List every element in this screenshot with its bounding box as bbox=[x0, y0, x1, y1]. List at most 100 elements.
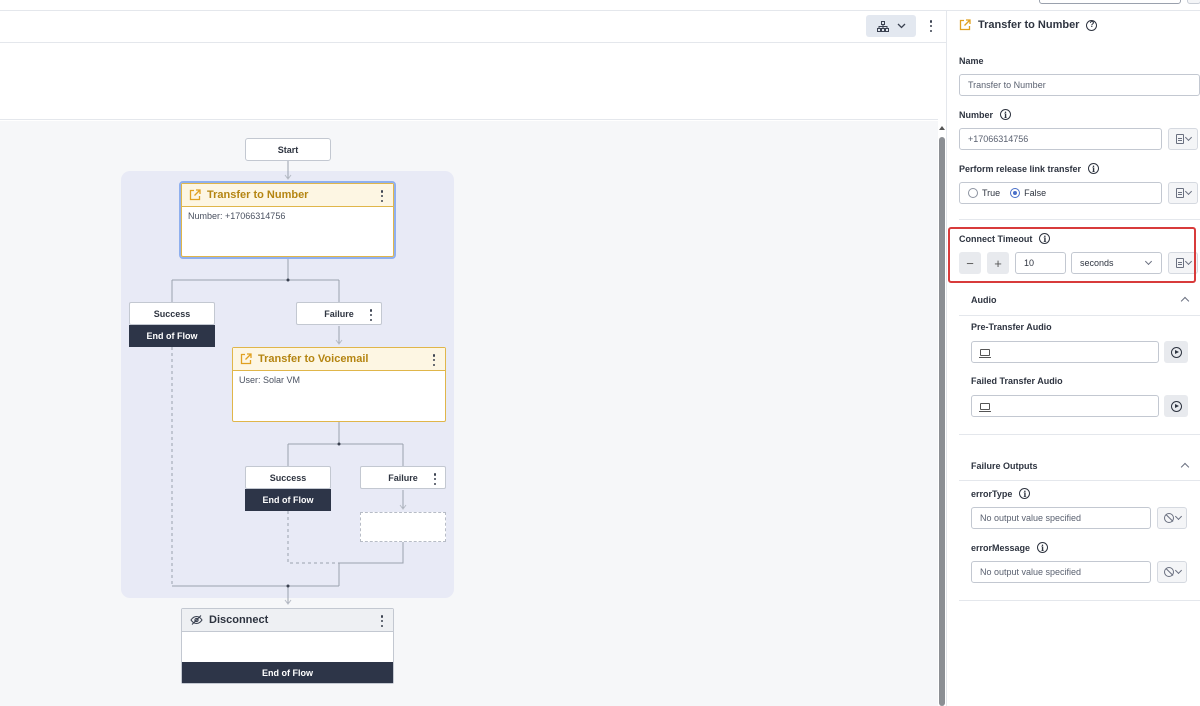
divider bbox=[959, 219, 1200, 220]
pre-transfer-audio-label: Pre-Transfer Audio bbox=[971, 322, 1052, 332]
info-icon[interactable]: i bbox=[1088, 163, 1100, 174]
end-of-flow-2[interactable]: End of Flow bbox=[245, 489, 331, 511]
failed-transfer-audio-input[interactable] bbox=[971, 395, 1159, 417]
audio-section-title: Audio bbox=[971, 295, 997, 305]
release-label-text: Perform release link transfer bbox=[959, 163, 1082, 174]
scrollbar-thumb[interactable] bbox=[939, 137, 945, 706]
top-search-box[interactable] bbox=[1039, 0, 1181, 4]
name-input[interactable]: Transfer to Number bbox=[959, 74, 1200, 96]
branch-more-icon[interactable] bbox=[430, 472, 440, 486]
disconnect-title: Disconnect bbox=[209, 614, 269, 626]
transfer-to-number-node[interactable]: Transfer to Number Number: +17066314756 bbox=[181, 183, 394, 257]
name-value: Transfer to Number bbox=[968, 80, 1046, 90]
node-more-icon[interactable] bbox=[377, 614, 387, 628]
branch-more-icon[interactable] bbox=[366, 308, 376, 322]
info-icon[interactable]: i bbox=[1037, 542, 1049, 553]
play-icon bbox=[1170, 400, 1182, 412]
canvas-more-icon[interactable] bbox=[926, 19, 936, 33]
panel-title: Transfer to Number bbox=[978, 19, 1080, 31]
scroll-up-arrow-icon[interactable] bbox=[939, 126, 945, 130]
hierarchy-icon bbox=[876, 20, 889, 32]
failure-label: Failure bbox=[324, 308, 354, 319]
laptop-icon bbox=[979, 402, 991, 412]
disconnect-node[interactable]: Disconnect End of Flow bbox=[181, 608, 394, 684]
document-icon bbox=[1175, 134, 1184, 144]
no-value-icon bbox=[1163, 513, 1174, 523]
error-type-label-text: errorType bbox=[971, 488, 1013, 499]
failure-label: Failure bbox=[388, 472, 418, 483]
layout-view-button[interactable] bbox=[866, 15, 916, 37]
pre-transfer-audio-input[interactable] bbox=[971, 341, 1159, 363]
error-type-expression-dropdown[interactable] bbox=[1157, 507, 1187, 529]
properties-panel: Transfer to Number ? Name Transfer to Nu… bbox=[947, 11, 1200, 706]
external-link-icon bbox=[189, 189, 201, 201]
branch-failure-1[interactable]: Failure bbox=[296, 302, 382, 325]
error-type-input[interactable]: No output value specified bbox=[971, 507, 1151, 529]
transfer-to-voicemail-detail: User: Solar VM bbox=[239, 375, 301, 385]
external-link-icon bbox=[240, 353, 252, 365]
divider bbox=[959, 480, 1200, 481]
transfer-to-voicemail-title: Transfer to Voicemail bbox=[258, 353, 369, 365]
play-icon bbox=[1170, 346, 1182, 358]
radio-false-label[interactable]: False bbox=[1024, 188, 1046, 198]
radio-true-label[interactable]: True bbox=[982, 188, 1000, 198]
laptop-icon bbox=[979, 348, 991, 358]
name-label-text: Name bbox=[959, 56, 984, 66]
number-input[interactable]: +17066314756 bbox=[959, 128, 1162, 150]
success-label: Success bbox=[269, 472, 307, 483]
branch-success-1[interactable]: Success bbox=[129, 302, 215, 325]
radio-true[interactable] bbox=[968, 188, 978, 198]
branch-success-2[interactable]: Success bbox=[245, 466, 331, 489]
error-message-label-text: errorMessage bbox=[971, 542, 1031, 553]
number-label: Number i bbox=[959, 109, 1012, 120]
node-more-icon[interactable] bbox=[377, 189, 387, 203]
end-of-flow-label: End of Flow bbox=[262, 495, 314, 505]
transfer-to-number-detail: Number: +17066314756 bbox=[188, 211, 286, 221]
help-icon[interactable]: ? bbox=[1086, 19, 1098, 31]
success-label: Success bbox=[153, 308, 191, 319]
node-more-icon[interactable] bbox=[429, 353, 439, 367]
panel-header: Transfer to Number ? bbox=[959, 19, 1098, 31]
chevron-up-icon[interactable] bbox=[1180, 462, 1190, 472]
canvas-toolbar bbox=[0, 11, 946, 43]
top-button[interactable] bbox=[1187, 0, 1200, 4]
chevron-down-icon bbox=[1174, 512, 1182, 521]
branch-failure-2[interactable]: Failure bbox=[360, 466, 446, 489]
divider bbox=[959, 434, 1200, 435]
failure-outputs-title: Failure Outputs bbox=[971, 461, 1038, 471]
error-message-placeholder: No output value specified bbox=[980, 567, 1082, 577]
release-expression-dropdown[interactable] bbox=[1168, 182, 1198, 204]
empty-drop-target[interactable] bbox=[360, 512, 446, 542]
number-label-text: Number bbox=[959, 109, 994, 120]
end-of-flow-label: End of Flow bbox=[262, 667, 313, 678]
chevron-down-icon bbox=[1184, 133, 1192, 142]
canvas-header-space bbox=[0, 44, 938, 120]
number-expression-dropdown[interactable] bbox=[1168, 128, 1198, 150]
chevron-down-icon bbox=[1184, 187, 1192, 196]
info-icon[interactable]: i bbox=[1000, 109, 1012, 120]
transfer-to-number-title: Transfer to Number bbox=[207, 189, 309, 201]
radio-false[interactable] bbox=[1010, 188, 1021, 198]
external-link-icon bbox=[959, 19, 971, 31]
chevron-up-icon[interactable] bbox=[1180, 296, 1190, 306]
transfer-to-voicemail-node[interactable]: Transfer to Voicemail User: Solar VM bbox=[232, 347, 446, 422]
number-value: +17066314756 bbox=[968, 134, 1029, 144]
end-of-flow-3[interactable]: End of Flow bbox=[182, 662, 393, 683]
chevron-down-icon bbox=[1174, 566, 1182, 575]
divider bbox=[959, 600, 1200, 601]
pre-transfer-play-button[interactable] bbox=[1164, 341, 1188, 363]
info-icon[interactable]: i bbox=[1019, 488, 1031, 499]
no-value-icon bbox=[1163, 567, 1174, 577]
error-message-expression-dropdown[interactable] bbox=[1157, 561, 1187, 583]
start-label: Start bbox=[277, 144, 299, 155]
failed-transfer-audio-label: Failed Transfer Audio bbox=[971, 376, 1063, 386]
error-type-placeholder: No output value specified bbox=[980, 513, 1082, 523]
error-type-label: errorType i bbox=[971, 488, 1031, 499]
divider bbox=[959, 315, 1200, 316]
start-node[interactable]: Start bbox=[245, 138, 331, 161]
end-of-flow-1[interactable]: End of Flow bbox=[129, 325, 215, 347]
failed-transfer-play-button[interactable] bbox=[1164, 395, 1188, 417]
error-message-input[interactable]: No output value specified bbox=[971, 561, 1151, 583]
eye-off-icon bbox=[190, 615, 203, 625]
release-link-radio-group: True False bbox=[959, 182, 1162, 204]
